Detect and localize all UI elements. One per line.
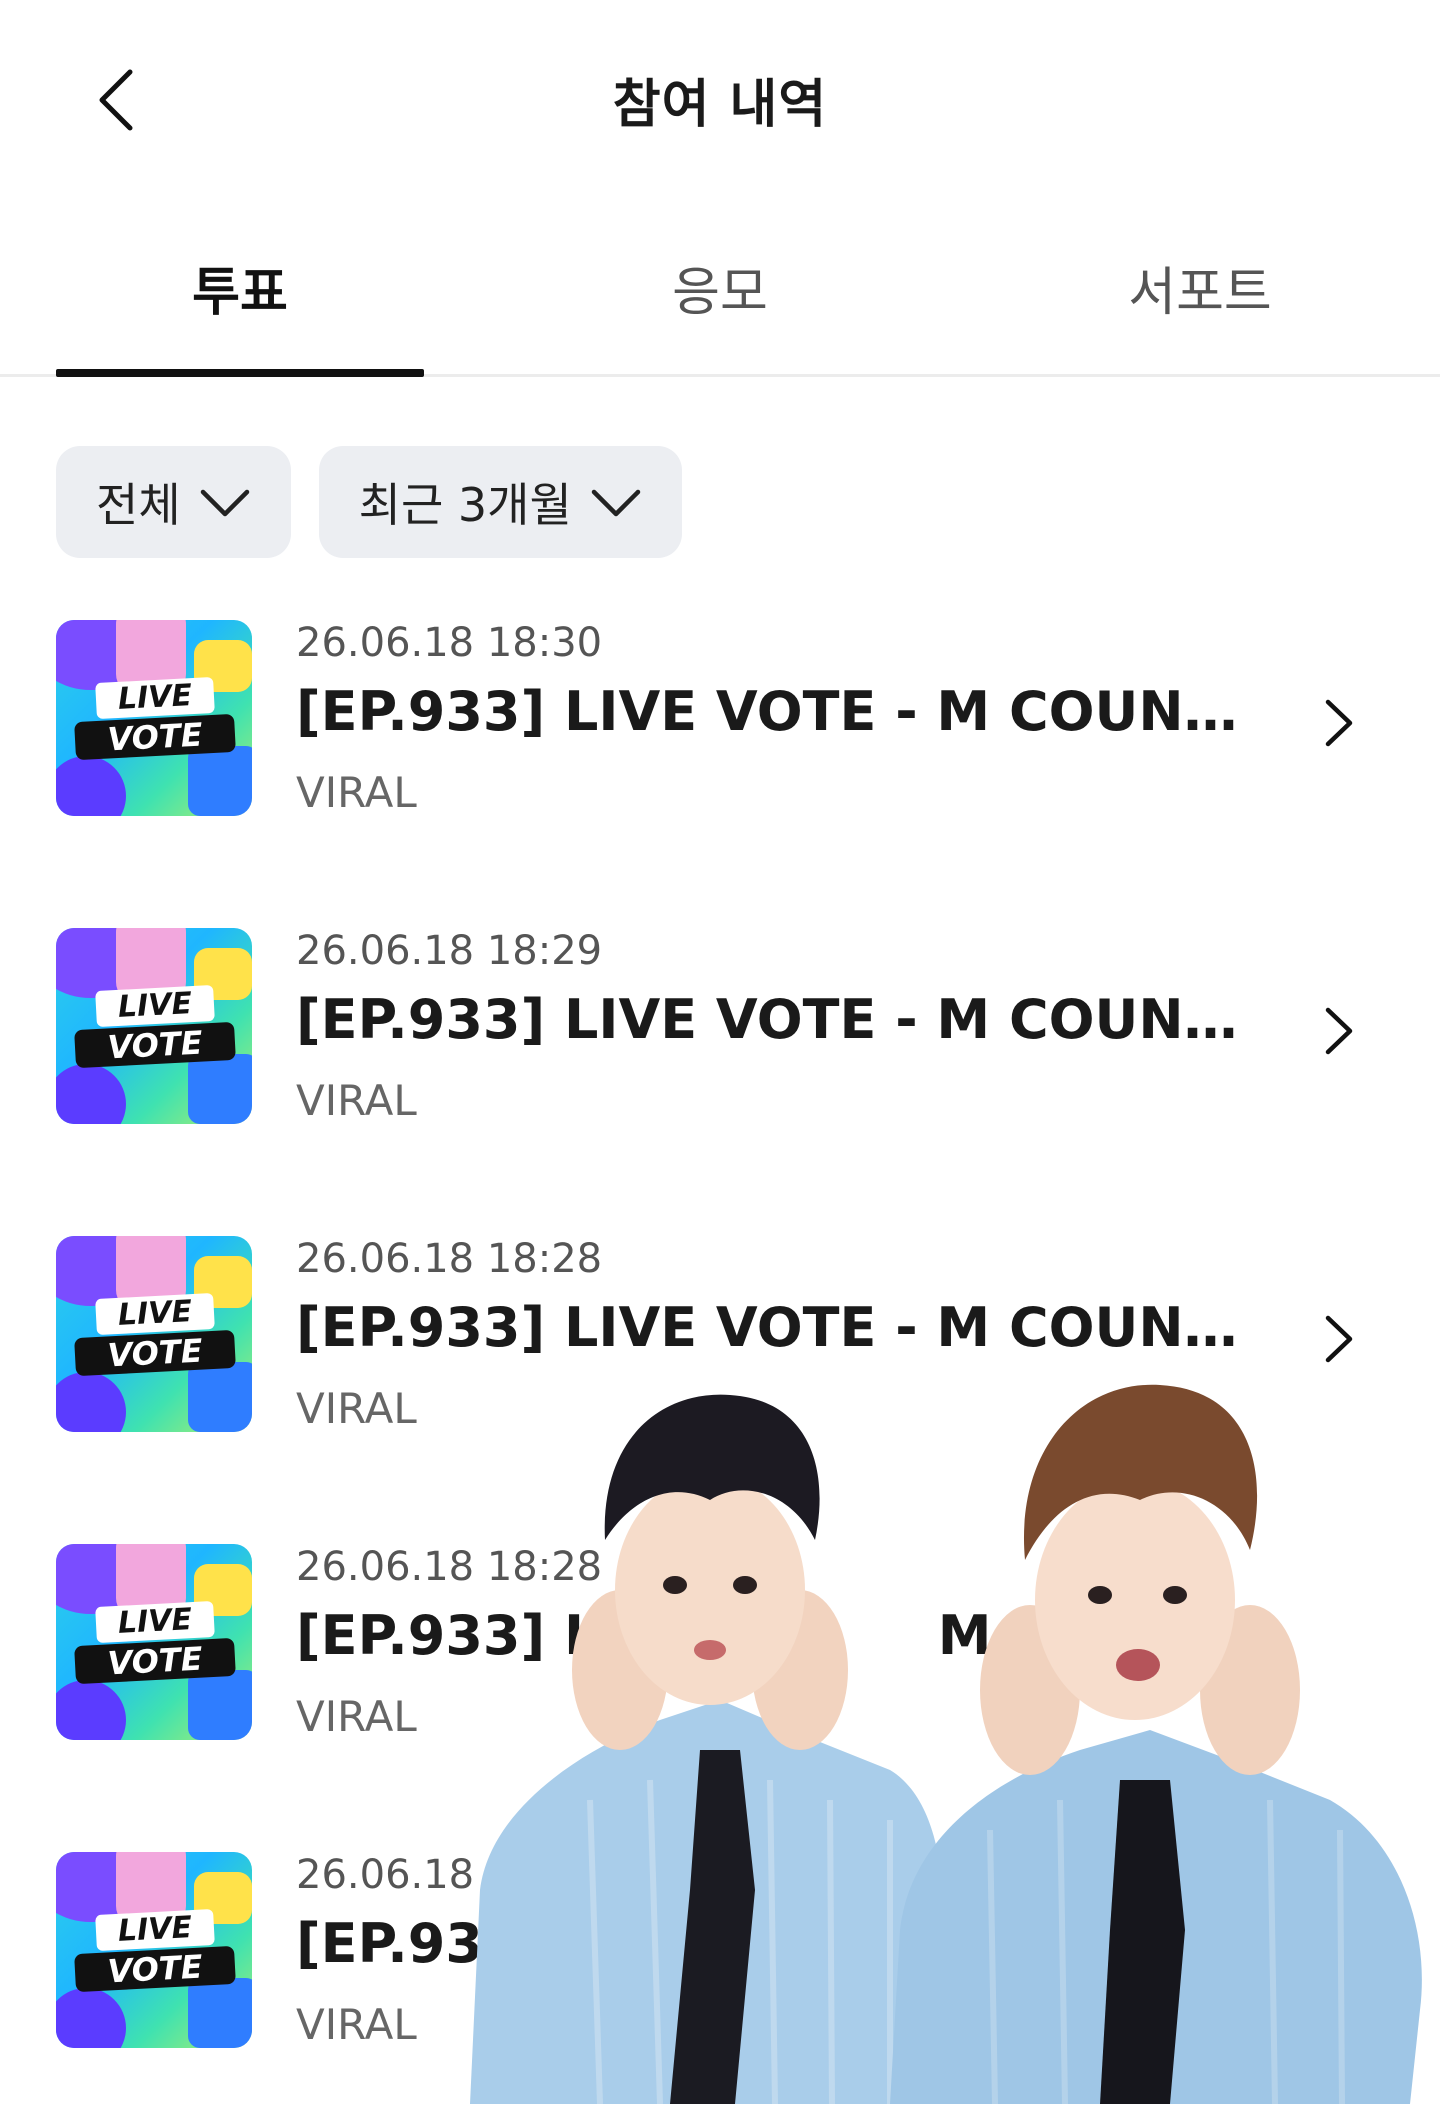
list-item[interactable]: LIVE VOTE 26.06.18 18:29 [EP.933] LIVE VO… [0, 928, 1440, 1128]
item-title: [EP.933 [296, 1912, 521, 1975]
thumb-label-live: LIVE [95, 1292, 215, 1336]
thumb-label-vote: VOTE [74, 1021, 236, 1069]
live-vote-thumbnail: LIVE VOTE [56, 1544, 252, 1740]
item-title-visible: [EP.933] LIVE V [296, 1604, 758, 1667]
list-item[interactable]: LIVE VOTE 26.06.18 18:30 [EP.933] LIVE VO… [0, 620, 1440, 820]
type-filter-label: 전체 [96, 478, 181, 532]
item-title: [EP.933] LIVE V M CC [296, 1604, 1256, 1667]
chevron-down-icon [591, 489, 641, 517]
item-date: 26.06.18 18:29 [296, 928, 603, 974]
live-vote-thumbnail: LIVE VOTE [56, 1236, 252, 1432]
tab-support[interactable]: 서포트 [960, 250, 1440, 325]
item-date: 26.06.18 18:28 [296, 1544, 603, 1590]
thumb-label-vote: VOTE [74, 1329, 236, 1377]
live-vote-thumbnail: LIVE VOTE [56, 620, 252, 816]
item-title: [EP.933] LIVE VOTE - M COUNTDO... [296, 680, 1256, 743]
item-date: 26.06.18 18:30 [296, 620, 603, 666]
item-category: VIRAL [296, 1384, 417, 1433]
item-title: [EP.933] LIVE VOTE - M COUNTDO... [296, 1296, 1256, 1359]
item-category: VIRAL [296, 1692, 417, 1741]
item-date: 26.06.18 18 [296, 1852, 538, 1898]
thumb-label-live: LIVE [95, 1600, 215, 1644]
tab-bar: 투표 응모 서포트 [0, 230, 1440, 377]
item-category: VIRAL [296, 1076, 417, 1125]
live-vote-thumbnail: LIVE VOTE [56, 928, 252, 1124]
item-category: VIRAL [296, 2000, 417, 2049]
item-category: VIRAL [296, 768, 417, 817]
chevron-right-icon [1325, 699, 1353, 747]
chevron-down-icon [200, 489, 249, 517]
live-vote-thumbnail: LIVE VOTE [56, 1852, 252, 2048]
list-item[interactable]: LIVE VOTE 26.06.18 18 [EP.933 VIRAL [0, 1852, 1440, 2052]
thumb-label-live: LIVE [95, 984, 215, 1028]
thumb-label-live: LIVE [95, 1908, 215, 1952]
page-title: 참여 내역 [612, 75, 828, 135]
chevron-right-icon [1325, 1007, 1353, 1055]
active-tab-indicator [56, 369, 424, 377]
item-title-tail: M CC [937, 1604, 1090, 1667]
tab-vote[interactable]: 투표 [0, 250, 480, 325]
thumb-label-vote: VOTE [74, 1637, 236, 1685]
period-filter-label: 최근 3개월 [358, 478, 572, 532]
thumb-label-live: LIVE [95, 676, 215, 720]
chevron-right-icon [1325, 1315, 1353, 1363]
filter-bar: 전체 최근 3개월 [56, 446, 682, 558]
top-bar: 참여 내역 [0, 0, 1440, 200]
list-item[interactable]: LIVE VOTE 26.06.18 18:28 [EP.933] LIVE VO… [0, 1236, 1440, 1436]
item-title: [EP.933] LIVE VOTE - M COUNTDO... [296, 988, 1256, 1051]
item-date: 26.06.18 18:28 [296, 1236, 603, 1282]
tab-entry[interactable]: 응모 [480, 250, 960, 325]
type-filter-dropdown[interactable]: 전체 [56, 446, 291, 558]
thumb-label-vote: VOTE [74, 713, 236, 761]
period-filter-dropdown[interactable]: 최근 3개월 [318, 446, 682, 558]
list-item[interactable]: LIVE VOTE 26.06.18 18:28 [EP.933] LIVE V M… [0, 1544, 1440, 1744]
thumb-label-vote: VOTE [74, 1945, 236, 1993]
